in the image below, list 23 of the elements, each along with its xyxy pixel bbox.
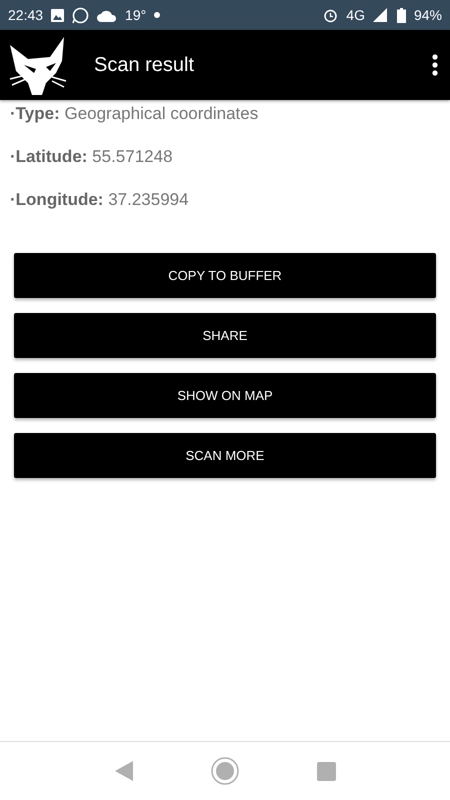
dot-icon	[154, 12, 160, 18]
action-button[interactable]: SHOW ON MAP	[14, 373, 436, 418]
temperature: 19°	[125, 7, 146, 23]
alarm-icon	[323, 8, 338, 22]
signal-icon	[372, 8, 389, 22]
battery-level: 94%	[414, 7, 442, 23]
clock: 22:43	[8, 7, 44, 23]
home-icon[interactable]	[210, 757, 238, 785]
chat-icon	[72, 6, 90, 24]
action-button[interactable]: COPY TO BUFFER	[14, 253, 436, 298]
more-options-icon[interactable]	[432, 54, 438, 76]
back-icon[interactable]	[114, 761, 132, 781]
action-button[interactable]: SCAN MORE	[14, 433, 436, 478]
result-field: ·Type: Geographical coordinates	[10, 104, 440, 124]
battery-icon	[396, 8, 406, 22]
network-type: 4G	[346, 7, 365, 23]
result-field: ·Longitude: 37.235994	[10, 190, 440, 210]
recents-icon[interactable]	[316, 762, 336, 780]
image-icon	[51, 8, 64, 22]
screen-title: Scan result	[94, 54, 196, 76]
cloud-icon	[97, 8, 118, 22]
action-button[interactable]: SHARE	[14, 313, 436, 358]
result-field: ·Latitude: 55.571248	[10, 147, 440, 167]
